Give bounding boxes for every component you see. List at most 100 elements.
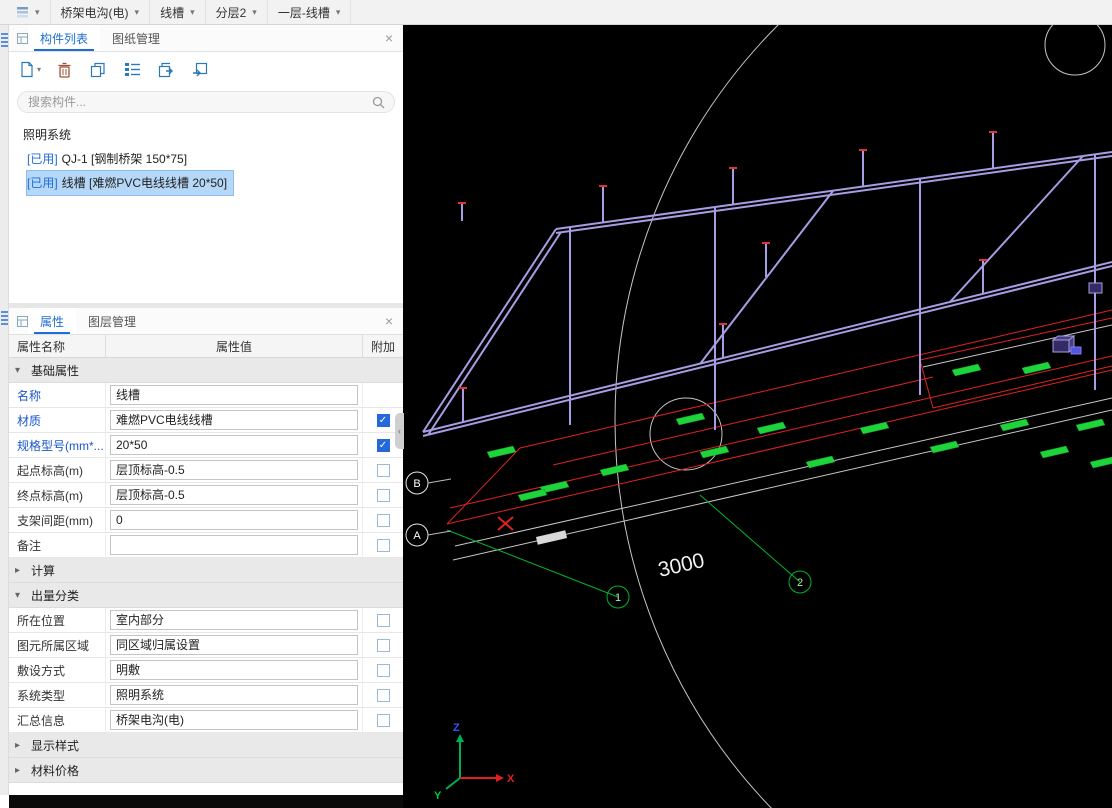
ucs-axis-icon: Z Y X bbox=[434, 722, 515, 802]
attach-cell bbox=[363, 458, 403, 482]
delete-component-button[interactable] bbox=[51, 57, 77, 83]
expander-icon[interactable]: ▸ bbox=[15, 765, 25, 776]
attach-checkbox[interactable] bbox=[376, 688, 390, 702]
search-input[interactable] bbox=[28, 95, 368, 109]
attach-checkbox[interactable] bbox=[376, 713, 390, 727]
property-value-cell: 层顶标高-0.5 bbox=[106, 483, 363, 507]
property-value-cell: 室内部分 bbox=[106, 608, 363, 632]
tab-properties[interactable]: 属性 bbox=[28, 308, 77, 334]
property-value-cell: 20*50 bbox=[106, 433, 363, 457]
new-component-button[interactable]: ▾ bbox=[17, 57, 43, 83]
dock-grip-icon[interactable] bbox=[1, 311, 8, 327]
grid-dimension-lines bbox=[446, 494, 812, 609]
attach-cell bbox=[363, 483, 403, 507]
component-item-label: QJ-1 [钢制桥架 150*75] bbox=[61, 152, 188, 166]
expander-icon[interactable]: ▸ bbox=[15, 740, 25, 751]
property-value-input[interactable]: 层顶标高-0.5 bbox=[110, 460, 358, 480]
property-section-row[interactable]: ▾ 出量分类 bbox=[9, 583, 403, 608]
dropdown-label: 分层2 bbox=[215, 5, 247, 20]
viewport-3d[interactable]: 1 2 B A 3000 Z Y X bbox=[403, 25, 1112, 808]
attach-cell bbox=[363, 708, 403, 732]
property-row: 起点标高(m) 层顶标高-0.5 bbox=[9, 458, 403, 483]
property-name: 汇总信息 bbox=[9, 708, 106, 732]
expander-icon[interactable]: ▸ bbox=[15, 565, 25, 576]
property-value-input[interactable]: 线槽 bbox=[110, 385, 358, 405]
property-value-input[interactable]: 0 bbox=[110, 510, 358, 530]
property-name: 支架间距(mm) bbox=[9, 508, 106, 532]
property-value-input[interactable]: 照明系统 bbox=[110, 685, 358, 705]
expander-icon[interactable]: ▾ bbox=[15, 590, 25, 601]
header-attribute-name: 属性名称 bbox=[9, 335, 106, 357]
close-icon[interactable]: × bbox=[385, 30, 393, 46]
tab-drawing-management[interactable]: 图纸管理 bbox=[100, 25, 172, 51]
toolbar-dropdown-4[interactable]: 一层-线槽 ▾ bbox=[268, 0, 352, 24]
paste-to-floor-button[interactable] bbox=[187, 57, 213, 83]
attach-cell bbox=[363, 683, 403, 707]
property-value-input[interactable]: 室内部分 bbox=[110, 610, 358, 630]
axis-y-label: Y bbox=[434, 790, 442, 802]
component-sort-button[interactable] bbox=[119, 57, 145, 83]
top-toolbar: ▾ 桥架电沟(电) ▾ 线槽 ▾ 分层2 ▾ 一层-线槽 ▾ bbox=[0, 0, 1112, 25]
property-value-input[interactable]: 同区域归属设置 bbox=[110, 635, 358, 655]
attach-checkbox[interactable] bbox=[376, 538, 390, 552]
copy-to-floor-button[interactable] bbox=[153, 57, 179, 83]
attach-checkbox[interactable] bbox=[376, 513, 390, 527]
component-tree: 照明系统 [已用] QJ-1 [钢制桥架 150*75] [已用] 线槽 [难燃PVC… bbox=[9, 119, 403, 196]
expander-icon[interactable]: ▾ bbox=[15, 365, 25, 376]
property-panel: 属性 图层管理 × 属性名称 属性值 附加 ▾ 基础属性 名称 线槽 材质 难燃PVC电线… bbox=[9, 308, 403, 807]
dock-grip-icon[interactable] bbox=[1, 33, 8, 49]
used-tag: [已用] bbox=[27, 176, 58, 190]
attach-checkbox[interactable] bbox=[376, 488, 390, 502]
panel-grid-icon bbox=[13, 308, 28, 334]
property-row: 规格型号(mm*... 20*50 ✓ bbox=[9, 433, 403, 458]
attach-checkbox[interactable] bbox=[376, 463, 390, 477]
dropdown-label: 桥架电沟(电) bbox=[60, 5, 129, 20]
attach-checkbox[interactable] bbox=[376, 638, 390, 652]
attach-cell bbox=[363, 658, 403, 682]
chevron-down-icon: ▾ bbox=[335, 6, 341, 17]
property-section-row[interactable]: ▸ 计算 bbox=[9, 558, 403, 583]
dropdown-label: 一层-线槽 bbox=[277, 5, 330, 20]
close-icon[interactable]: × bbox=[385, 313, 393, 329]
property-name: 敷设方式 bbox=[9, 658, 106, 682]
attach-checkbox[interactable]: ✓ bbox=[376, 438, 390, 452]
property-section-row[interactable]: ▸ 材料价格 bbox=[9, 758, 403, 783]
property-value-input[interactable]: 20*50 bbox=[110, 435, 358, 455]
property-section-row[interactable]: ▸ 显示样式 bbox=[9, 733, 403, 758]
property-value-input[interactable]: 难燃PVC电线线槽 bbox=[110, 410, 358, 430]
toolbar-dropdown-3[interactable]: 分层2 ▾ bbox=[206, 0, 268, 24]
property-value-input[interactable]: 明敷 bbox=[110, 660, 358, 680]
component-list-panel: 构件列表 图纸管理 × ▾ 搜索构件... 照明系统 [已用] QJ-1 [钢制… bbox=[9, 25, 403, 303]
attach-cell bbox=[363, 383, 403, 407]
component-group-label[interactable]: 照明系统 bbox=[9, 123, 403, 147]
left-column: 构件列表 图纸管理 × ▾ 搜索构件... 照明系统 [已用] QJ-1 [钢制… bbox=[9, 25, 403, 808]
property-section-row[interactable]: ▾ 基础属性 bbox=[9, 358, 403, 383]
section-label: 基础属性 bbox=[31, 363, 80, 378]
property-value-input[interactable] bbox=[110, 535, 358, 555]
property-name: 规格型号(mm*... bbox=[9, 433, 106, 457]
toolbar-dropdown-2[interactable]: 线槽 ▾ bbox=[150, 0, 206, 24]
property-value-cell: 同区域归属设置 bbox=[106, 633, 363, 657]
tab-component-list[interactable]: 构件列表 bbox=[28, 25, 101, 51]
component-item-0[interactable]: [已用] QJ-1 [钢制桥架 150*75] bbox=[9, 147, 403, 171]
property-grid: ▾ 基础属性 名称 线槽 材质 难燃PVC电线线槽 ✓ 规格型号(mm*... 20*50 ✓ 起点… bbox=[9, 358, 403, 783]
toolbar-dropdown-1[interactable]: 桥架电沟(电) ▾ bbox=[51, 0, 151, 24]
origin-cross-icon bbox=[497, 516, 514, 531]
section-label: 出量分类 bbox=[31, 588, 80, 603]
property-value-input[interactable]: 桥架电沟(电) bbox=[110, 710, 358, 730]
search-icon[interactable] bbox=[372, 96, 385, 112]
panel-collapse-handle[interactable]: ‹ bbox=[395, 413, 404, 449]
attach-checkbox[interactable] bbox=[376, 663, 390, 677]
property-value-cell: 0 bbox=[106, 508, 363, 532]
property-value-input[interactable]: 层顶标高-0.5 bbox=[110, 485, 358, 505]
property-value-cell: 难燃PVC电线线槽 bbox=[106, 408, 363, 432]
component-search bbox=[17, 91, 395, 113]
copy-component-button[interactable] bbox=[85, 57, 111, 83]
toolbar-dropdown-0[interactable]: ▾ bbox=[6, 0, 51, 24]
tab-layer-management[interactable]: 图层管理 bbox=[76, 308, 148, 334]
attach-cell bbox=[363, 508, 403, 532]
attach-checkbox[interactable]: ✓ bbox=[376, 413, 390, 427]
component-item-1[interactable]: [已用] 线槽 [难燃PVC电线线槽 20*50] bbox=[9, 170, 403, 196]
attach-checkbox[interactable] bbox=[376, 613, 390, 627]
property-name: 系统类型 bbox=[9, 683, 106, 707]
